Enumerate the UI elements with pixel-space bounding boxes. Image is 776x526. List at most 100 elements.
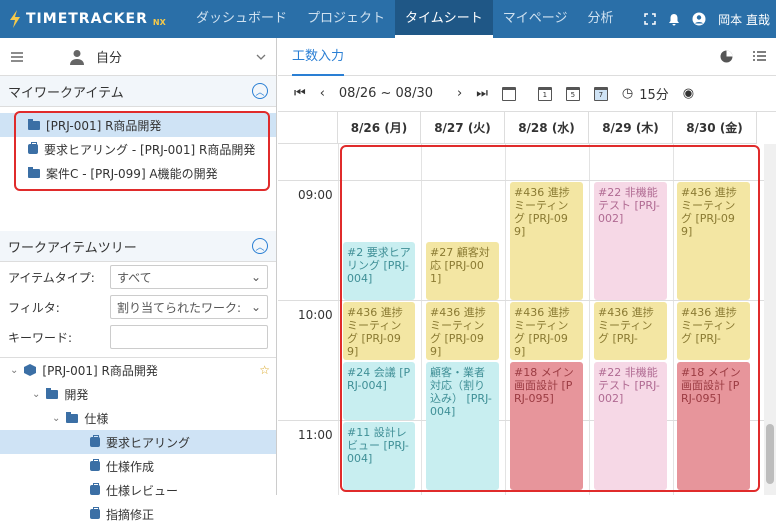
nav-analysis[interactable]: 分析 xyxy=(578,0,624,38)
nav-project[interactable]: プロジェクト xyxy=(297,0,395,38)
my-work-items-list: [PRJ-001] R商品開発 要求ヒアリング - [PRJ-001] R商品開… xyxy=(0,107,276,231)
chevron-down-icon[interactable] xyxy=(256,53,266,61)
tree-node-label: 要求ヒアリング xyxy=(106,435,191,450)
calendar-event[interactable]: #436 進捗ミーティング [PRJ-099] xyxy=(677,182,750,300)
tree-node[interactable]: ⌄ 仕様 xyxy=(0,406,276,430)
task-icon xyxy=(28,142,38,154)
filter-label: フィルタ: xyxy=(8,300,60,315)
time-label: 09:00 xyxy=(298,188,333,202)
task-icon xyxy=(90,507,100,519)
tree-node-label: 仕様 xyxy=(84,411,109,426)
hour-line xyxy=(278,300,764,301)
date-range: 08/26 ~ 08/30 xyxy=(338,86,433,101)
calendar-event[interactable]: #11 設計レビュー [PRJ-004] xyxy=(343,422,415,490)
column-divider xyxy=(673,144,674,495)
chevron-down-icon[interactable]: ⌄ xyxy=(32,389,40,400)
tree-node[interactable]: 仕様レビュー xyxy=(0,478,276,502)
user-icon[interactable] xyxy=(692,12,706,26)
calendar-event[interactable]: #436 進捗ミーティング [PRJ- xyxy=(594,302,667,360)
calendar-icon[interactable] xyxy=(501,86,516,101)
calendar-event[interactable]: 顧客・業者対応（割り込み） [PRJ-004] xyxy=(426,362,499,490)
collapse-icon[interactable]: ︿ xyxy=(252,238,268,254)
package-icon xyxy=(24,364,37,376)
chevron-down-icon: ⌄ xyxy=(250,300,261,314)
first-page-icon[interactable]: ⏮ xyxy=(294,86,306,101)
calendar-event[interactable]: #436 進捗ミーティング [PRJ-099] xyxy=(510,182,583,300)
last-page-icon[interactable]: ⏭ xyxy=(476,86,488,101)
work-item-tree-title: ワークアイテムツリー xyxy=(8,240,137,256)
day-view-icon[interactable]: 1 xyxy=(537,86,552,101)
time-label: 11:00 xyxy=(298,428,333,442)
logo-suffix: NX xyxy=(152,17,166,27)
tree-node[interactable]: 指摘修正 xyxy=(0,502,276,526)
eye-icon[interactable]: ◉ xyxy=(683,86,694,101)
tree-node[interactable]: ⌄ [PRJ-001] R商品開発 ☆ xyxy=(0,358,276,382)
my-work-item-label: 案件C - [PRJ-099] A機能の開発 xyxy=(46,166,218,181)
logo-icon xyxy=(10,10,20,28)
nav-dashboard[interactable]: ダッシュボード xyxy=(186,0,297,38)
interval-value[interactable]: 15分 xyxy=(639,84,669,103)
user-selector-label[interactable]: 自分 xyxy=(96,47,246,66)
day-header: 8/28 (水) xyxy=(505,112,589,144)
folder-icon xyxy=(46,387,59,399)
tree-node[interactable]: 仕様作成 xyxy=(0,454,276,478)
my-work-item[interactable]: 要求ヒアリング - [PRJ-001] R商品開発 xyxy=(0,137,276,161)
task-icon xyxy=(90,483,100,495)
work-item-tree-header: ワークアイテムツリー ︿ xyxy=(0,231,276,262)
tree-node[interactable]: 要求ヒアリング xyxy=(0,430,276,454)
main-nav: ダッシュボード プロジェクト タイムシート マイページ 分析 xyxy=(186,0,624,38)
collapse-icon[interactable]: ︿ xyxy=(252,83,268,99)
calendar-event[interactable]: #436 進捗ミーティング [PRJ-099] xyxy=(510,302,583,360)
folder-icon xyxy=(66,411,79,423)
day-header: 8/27 (火) xyxy=(421,112,505,144)
pie-chart-icon[interactable] xyxy=(720,50,733,63)
star-icon[interactable]: ☆ xyxy=(259,363,276,377)
day-header: 8/30 (金) xyxy=(673,112,757,144)
calendar-event[interactable]: #24 会議 [PRJ-004] xyxy=(343,362,415,420)
hamburger-icon[interactable] xyxy=(10,51,24,63)
nav-timesheet[interactable]: タイムシート xyxy=(395,0,493,38)
calendar-event[interactable]: #18 メイン画面設計 [PRJ-095] xyxy=(510,362,583,490)
left-header: 自分 xyxy=(0,38,276,76)
calendar-event[interactable]: #436 進捗ミーティング [PRJ- xyxy=(677,302,750,360)
item-type-value: すべて xyxy=(117,270,152,285)
fullscreen-icon[interactable] xyxy=(644,13,656,25)
calendar-event[interactable]: #436 進捗ミーティング [PRJ-099] xyxy=(343,302,415,360)
tree-node-label: 指摘修正 xyxy=(106,507,155,522)
scrollbar-thumb[interactable] xyxy=(766,424,774,484)
app-logo[interactable]: TIMETRACKER NX xyxy=(8,9,166,29)
folder-icon xyxy=(28,118,40,130)
keyword-input[interactable] xyxy=(110,325,268,349)
my-work-item[interactable]: [PRJ-001] R商品開発 xyxy=(0,113,276,137)
keyword-label: キーワード: xyxy=(8,330,73,345)
chevron-down-icon[interactable]: ⌄ xyxy=(52,413,60,424)
item-type-select[interactable]: すべて ⌄ xyxy=(110,265,268,289)
tab-effort-input[interactable]: 工数入力 xyxy=(292,38,345,76)
day-header: 8/29 (木) xyxy=(589,112,673,144)
tree-node[interactable]: ⌄ 開発 xyxy=(0,382,276,406)
prev-icon[interactable]: ‹ xyxy=(320,86,325,101)
next-icon[interactable]: › xyxy=(457,86,462,101)
calendar-event[interactable]: #22 非機能テスト [PRJ-002] xyxy=(594,182,667,300)
top-bar: TIMETRACKER NX ダッシュボード プロジェクト タイムシート マイペ… xyxy=(0,0,776,38)
calendar-event[interactable]: #27 顧客対応 [PRJ-001] xyxy=(426,242,499,300)
calendar-event[interactable]: #22 非機能テスト [PRJ-002] xyxy=(594,362,667,490)
my-work-item[interactable]: 案件C - [PRJ-099] A機能の開発 xyxy=(0,161,276,185)
user-name[interactable]: 岡本 直哉 xyxy=(718,11,770,28)
nav-mypage[interactable]: マイページ xyxy=(493,0,578,38)
clock-icon: ◷ xyxy=(621,86,634,101)
chevron-down-icon[interactable]: ⌄ xyxy=(10,365,18,376)
week5-view-icon[interactable]: 5 xyxy=(565,86,580,101)
bell-icon[interactable] xyxy=(668,13,680,26)
filter-select[interactable]: 割り当てられたワーク: ⌄ xyxy=(110,295,268,319)
calendar-event[interactable]: #18 メイン画面設計 [PRJ-095] xyxy=(677,362,750,490)
scrollbar[interactable] xyxy=(764,144,776,495)
task-icon xyxy=(90,459,100,471)
filter-row: フィルタ: 割り当てられたワーク: ⌄ xyxy=(0,292,276,322)
week7-view-icon[interactable]: 7 xyxy=(593,86,608,101)
list-icon[interactable] xyxy=(753,50,766,62)
calendar-event[interactable]: #2 要求ヒアリング [PRJ-004] xyxy=(343,242,415,300)
folder-icon xyxy=(28,166,40,178)
calendar-event[interactable]: #436 進捗ミーティング [PRJ-099] xyxy=(426,302,499,360)
logo-text: TIMETRACKER xyxy=(26,11,148,27)
